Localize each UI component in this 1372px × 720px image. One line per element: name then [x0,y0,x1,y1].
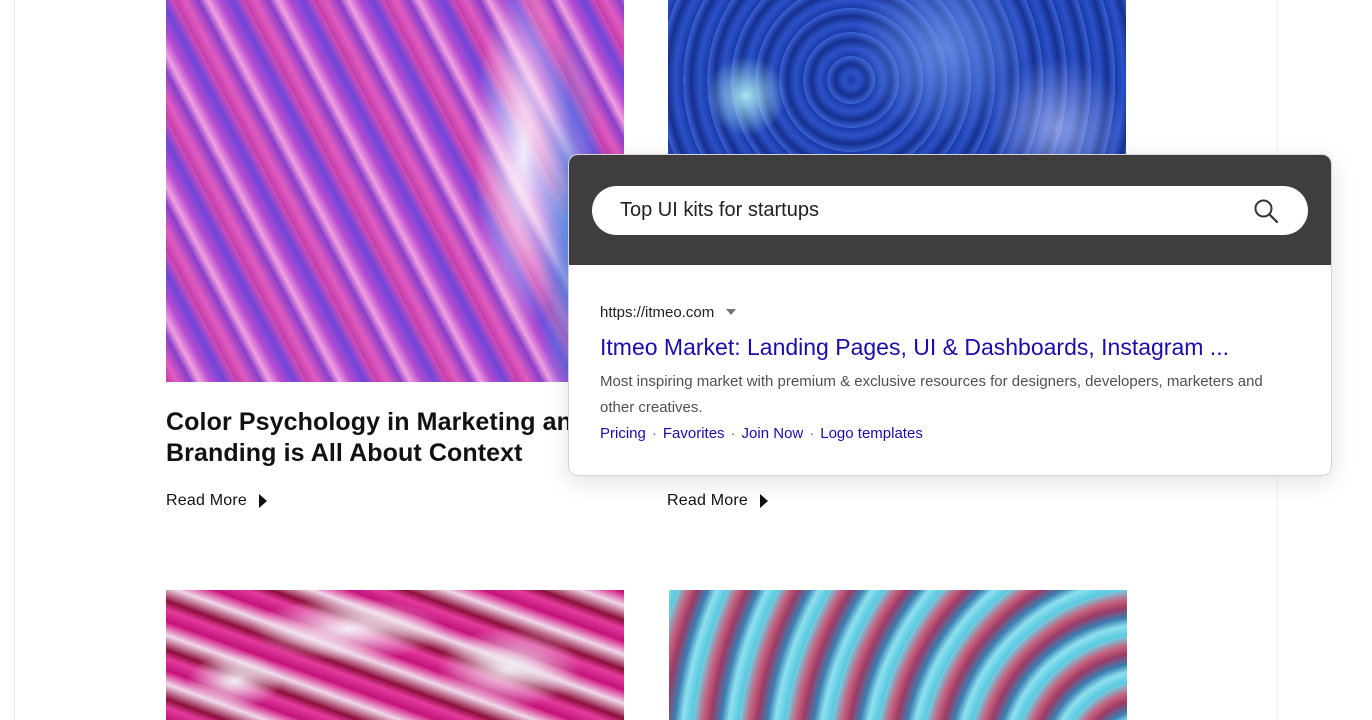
sitelink-separator: · [809,425,815,442]
result-title-link[interactable]: Itmeo Market: Landing Pages, UI & Dashbo… [600,333,1310,361]
read-more-label: Read More [667,492,748,509]
search-icon[interactable] [1252,197,1280,225]
read-more-link[interactable]: Read More [667,490,768,512]
post-title[interactable]: Color Psychology in Marketing and Brandi… [166,407,596,469]
search-input[interactable]: Top UI kits for startups [592,186,1308,235]
sitelink-pricing[interactable]: Pricing [600,421,646,447]
sitelink-favorites[interactable]: Favorites [663,421,725,447]
result-snippet: Most inspiring market with premium & exc… [600,373,1263,416]
read-more-label: Read More [166,492,247,509]
search-query: Top UI kits for startups [620,199,819,221]
result-url[interactable]: https://itmeo.com [600,304,714,321]
post-image-abstract-blue[interactable] [668,0,1126,160]
caret-down-icon[interactable] [726,309,737,315]
result-sitelinks: Pricing · Favorites · Join Now · Logo te… [600,421,1310,447]
play-arrow-icon [258,494,267,508]
search-popup: Top UI kits for startups https://itmeo.c… [568,154,1332,476]
post-image-abstract-purple[interactable] [166,0,624,382]
play-arrow-icon [759,494,768,508]
sitelink-join-now[interactable]: Join Now [742,421,804,447]
search-result: https://itmeo.com Itmeo Market: Landing … [600,301,1310,447]
sitelink-logo-templates[interactable]: Logo templates [820,421,923,447]
post-image-abstract-magenta[interactable] [166,590,624,720]
search-header: Top UI kits for startups [569,155,1331,265]
post-image-abstract-teal[interactable] [669,590,1127,720]
post-title-line-2: Branding is All About Context [166,439,523,467]
sitelink-separator: · [651,425,657,442]
post-title-line-1: Color Psychology in Marketing and [166,408,588,436]
result-url-row: https://itmeo.com [600,301,1310,323]
sitelink-separator: · [730,425,736,442]
read-more-link[interactable]: Read More [166,490,267,512]
